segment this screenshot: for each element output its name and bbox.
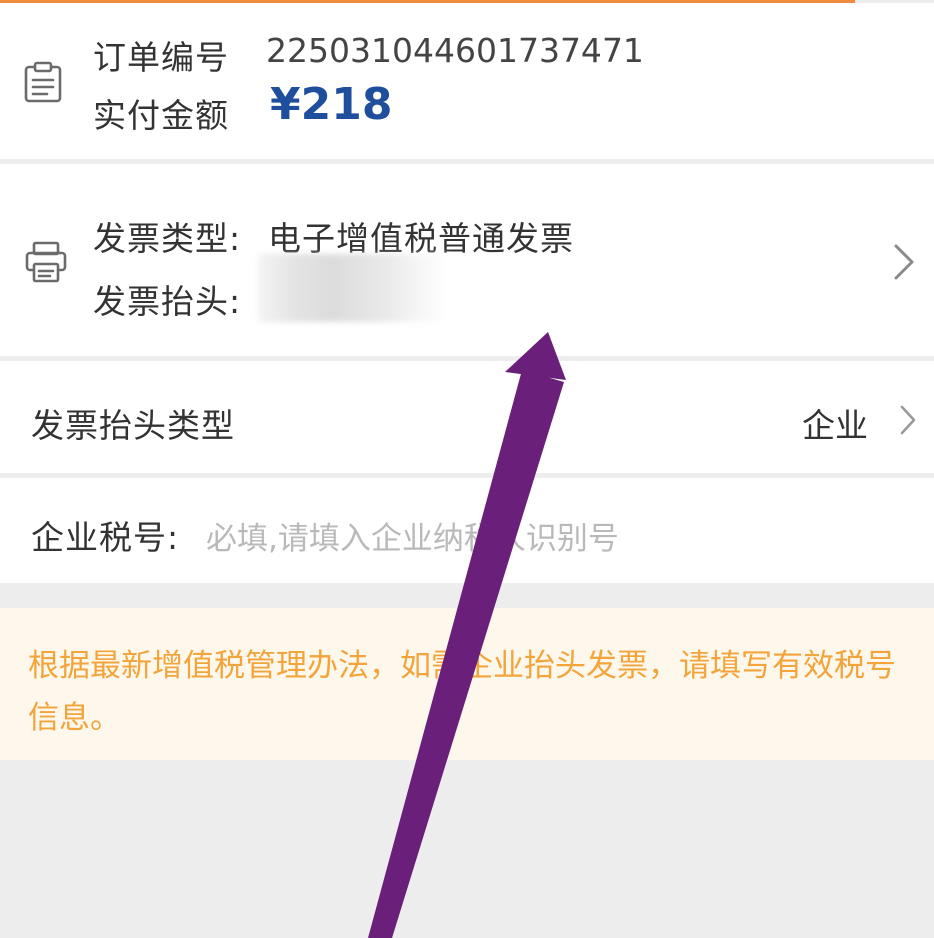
- order-number-main: 2250310446017374: [266, 31, 602, 70]
- order-number-label: 订单编号: [93, 38, 229, 77]
- tax-id-input[interactable]: 必填,请填入企业纳税人识别号: [206, 513, 619, 558]
- tax-notice-banner: 根据最新增值税管理办法，如需企业抬头发票，请填写有效税号信息。: [0, 608, 934, 760]
- chevron-right-icon: [898, 404, 918, 436]
- tax-id-row: 企业税号: 必填,请填入企业纳税人识别号: [0, 478, 934, 583]
- invoice-header-type-row[interactable]: 发票抬头类型 企业: [0, 361, 934, 473]
- redacted-header-value: [258, 254, 448, 322]
- tax-id-label: 企业税号:: [31, 518, 180, 557]
- chevron-right-icon[interactable]: [892, 242, 916, 282]
- amount-label: 实付金额: [93, 96, 229, 135]
- header-type-value: 企业: [802, 406, 868, 445]
- order-number-value: 225031044601737471: [266, 31, 644, 70]
- amount-value: ¥218: [270, 79, 393, 130]
- clipboard-icon: [21, 60, 65, 104]
- invoice-info-row[interactable]: 发票类型: 电子增值税普通发票 发票抬头:: [0, 164, 934, 356]
- invoice-header-label: 发票抬头:: [93, 282, 242, 321]
- order-summary-card: 订单编号 225031044601737471 实付金额 ¥218: [0, 3, 934, 159]
- invoice-type-label: 发票类型:: [93, 219, 242, 258]
- invoice-type-value: 电子增值税普通发票: [268, 219, 574, 258]
- tax-notice-text: 根据最新增值税管理办法，如需企业抬头发票，请填写有效税号信息。: [28, 648, 896, 736]
- header-type-label: 发票抬头类型: [31, 406, 235, 445]
- printer-icon: [24, 240, 68, 284]
- order-number-suffix: 71: [601, 31, 644, 70]
